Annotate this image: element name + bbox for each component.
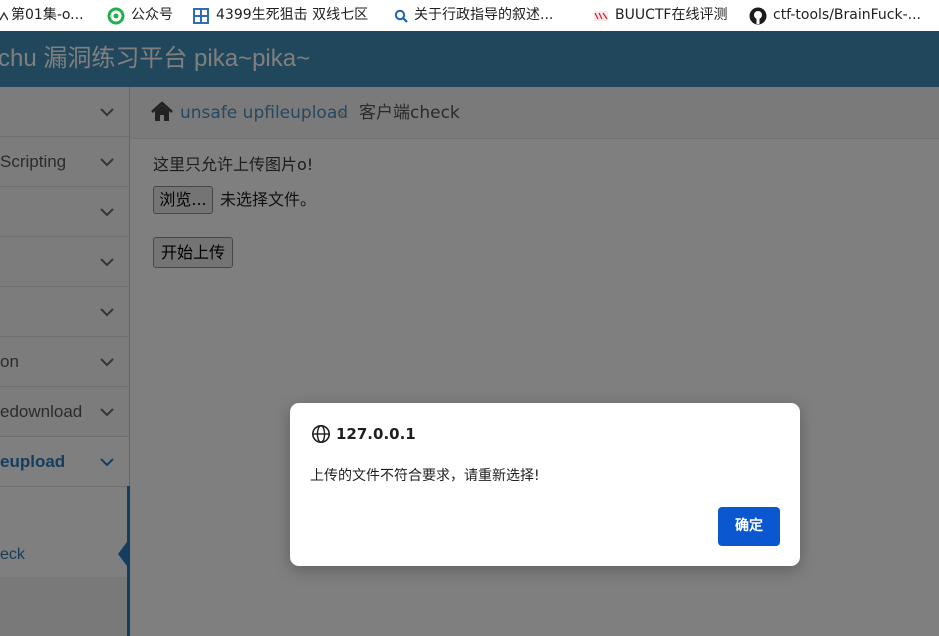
wechat-icon xyxy=(107,7,125,25)
bookmark-item-5[interactable]: ctf-tools/BrainFuck-... xyxy=(749,0,921,31)
alert-dialog: 127.0.0.1 上传的文件不符合要求，请重新选择! 确定 xyxy=(290,403,800,566)
bookmark-label: 公众号 xyxy=(131,7,173,23)
bookmark-item-3[interactable]: 关于行政指导的叙述... xyxy=(394,0,553,31)
game-4399-icon xyxy=(192,7,210,25)
dialog-message: 上传的文件不符合要求，请重新选择! xyxy=(310,468,540,484)
globe-icon xyxy=(312,425,330,443)
bookmark-label: 4399生死狙击 双线七区 xyxy=(216,7,369,23)
bookmark-item-2[interactable]: 4399生死狙击 双线七区 xyxy=(192,0,368,31)
ok-button[interactable]: 确定 xyxy=(718,507,780,546)
github-icon xyxy=(749,7,767,25)
bookmarks-bar: 第01集-o... 公众号 4399生死狙击 双线七区 关于行政指导的叙述...… xyxy=(0,0,939,31)
bookmark-icon xyxy=(0,7,9,25)
bookmark-item-1[interactable]: 公众号 xyxy=(107,0,173,31)
bookmark-item-0[interactable]: 第01集-o... xyxy=(0,0,84,31)
dialog-origin: 127.0.0.1 xyxy=(336,425,416,443)
search-icon xyxy=(394,7,408,25)
buuctf-icon xyxy=(593,7,609,25)
bookmark-label: 第01集-o... xyxy=(11,7,84,23)
bookmark-item-4[interactable]: BUUCTF在线评测 xyxy=(593,0,727,31)
bookmark-label: 关于行政指导的叙述... xyxy=(414,7,554,23)
bookmark-label: ctf-tools/BrainFuck-... xyxy=(773,7,921,23)
bookmark-label: BUUCTF在线评测 xyxy=(615,7,728,23)
